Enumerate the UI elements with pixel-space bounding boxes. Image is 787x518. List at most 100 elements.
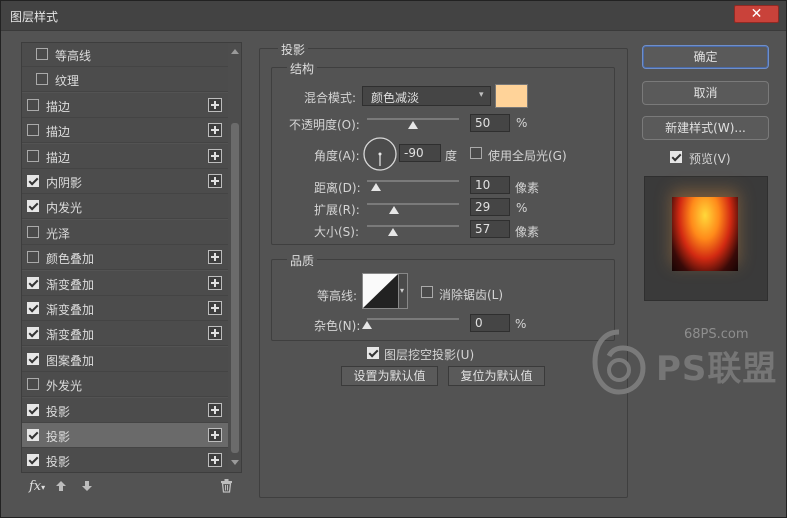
style-checkbox[interactable] [27,200,39,213]
watermark-logo-icon [592,329,646,395]
arrow-up-icon[interactable] [55,480,67,492]
trash-icon[interactable] [220,479,233,493]
fx-label: fx [29,479,42,494]
reset-default-button[interactable]: 复位为默认值 [448,366,545,386]
scroll-down-icon[interactable] [231,460,239,465]
angle-unit: 度 [445,149,458,163]
style-checkbox[interactable] [27,327,39,340]
add-style-icon[interactable] [208,250,222,265]
style-checkbox[interactable] [36,48,48,60]
shadow-color-swatch[interactable] [495,84,528,108]
style-label: 渐变叠加 [46,303,95,317]
style-checkbox[interactable] [27,98,39,111]
style-checkbox[interactable] [27,352,39,365]
ok-button[interactable]: 确定 [642,45,769,69]
style-row-stroke[interactable]: 描边 [22,118,228,144]
add-style-icon[interactable] [208,301,222,315]
fx-button[interactable]: fx▾ [29,479,45,494]
add-style-icon[interactable] [208,97,222,112]
style-checkbox[interactable] [27,124,39,137]
noise-input[interactable] [470,314,510,332]
spread-slider-track[interactable] [367,203,459,205]
dialog-title: 图层样式 [10,10,59,24]
opacity-slider-track[interactable] [367,118,459,120]
close-button[interactable]: ✕ [734,5,779,23]
style-checkbox[interactable] [36,73,48,86]
add-style-icon[interactable] [208,402,222,417]
spread-slider-thumb[interactable] [389,206,399,214]
style-checkbox[interactable] [27,454,39,467]
style-checkbox[interactable] [27,403,39,416]
style-label: 内发光 [46,201,83,216]
add-style-icon[interactable] [208,174,222,188]
style-checkbox[interactable] [27,149,39,162]
make-default-button[interactable]: 设置为默认值 [341,366,438,386]
style-row-gradient-overlay[interactable]: 渐变叠加 [22,270,228,296]
styles-scrollbar[interactable] [228,43,241,472]
knockout-checkbox[interactable] [367,347,379,359]
global-light-checkbox[interactable] [470,147,482,159]
add-style-icon[interactable] [208,453,222,468]
style-row-drop-shadow[interactable]: 投影 [22,448,228,472]
style-label: 描边 [46,99,71,114]
add-style-icon[interactable] [208,428,222,442]
style-row-contour[interactable]: 等高线 [22,43,228,67]
style-checkbox[interactable] [27,276,39,289]
style-row-pattern-overlay[interactable]: 图案叠加 [22,346,228,372]
style-row-color-overlay[interactable]: 颜色叠加 [22,245,228,271]
preview-checkbox[interactable] [670,151,682,163]
style-checkbox[interactable] [27,251,39,264]
style-row-satin[interactable]: 光泽 [22,219,228,245]
spread-input[interactable] [470,198,510,216]
knockout-label: 图层挖空投影(U) [384,348,475,362]
distance-slider-track[interactable] [367,180,459,182]
add-style-icon[interactable] [208,326,222,341]
opacity-slider-thumb[interactable] [408,121,418,129]
size-label: 大小(S): [314,225,360,239]
cancel-button[interactable]: 取消 [642,81,769,105]
distance-input[interactable] [470,176,510,194]
style-checkbox[interactable] [27,175,39,187]
style-row-stroke[interactable]: 描边 [22,92,228,118]
new-style-button[interactable]: 新建样式(W)... [642,116,769,140]
arrow-down-icon[interactable] [81,480,93,492]
antialias-checkbox[interactable] [421,286,433,298]
add-style-icon[interactable] [208,148,222,163]
style-checkbox[interactable] [27,378,39,391]
style-row-stroke[interactable]: 描边 [22,143,228,169]
style-row-texture[interactable]: 纹理 [22,67,228,93]
distance-slider-thumb[interactable] [371,183,381,191]
style-label: 图案叠加 [46,353,95,368]
style-row-gradient-overlay[interactable]: 渐变叠加 [22,296,228,321]
opacity-input[interactable] [470,114,510,132]
style-checkbox[interactable] [27,302,39,314]
size-input[interactable] [470,220,510,238]
scroll-thumb[interactable] [231,123,239,453]
noise-label: 杂色(N): [314,319,361,333]
scroll-up-icon[interactable] [231,49,239,54]
size-slider-track[interactable] [367,225,459,227]
style-row-drop-shadow[interactable]: 投影 [22,397,228,423]
distance-label: 距离(D): [314,181,361,195]
style-row-drop-shadow[interactable]: 投影 [22,423,228,448]
style-label: 渐变叠加 [46,277,95,292]
add-style-icon[interactable] [208,123,222,138]
contour-picker[interactable]: ▾ [362,273,408,309]
style-checkbox[interactable] [27,225,39,238]
size-unit: 像素 [515,225,540,239]
angle-dial[interactable] [362,136,398,172]
angle-input[interactable] [399,144,441,162]
title-bar[interactable]: 图层样式 ✕ [1,1,786,31]
noise-slider-track[interactable] [367,318,459,320]
contour-dropdown[interactable]: ▾ [398,274,407,308]
style-row-gradient-overlay[interactable]: 渐变叠加 [22,321,228,347]
style-row-inner-glow[interactable]: 内发光 [22,194,228,220]
blend-mode-select[interactable]: 颜色减淡 ▾ [362,86,491,106]
opacity-unit: % [516,116,528,130]
noise-slider-thumb[interactable] [362,321,372,329]
style-row-inner-shadow[interactable]: 内阴影 [22,169,228,194]
style-checkbox[interactable] [27,429,39,441]
size-slider-thumb[interactable] [388,228,398,236]
add-style-icon[interactable] [208,275,222,290]
style-row-outer-glow[interactable]: 外发光 [22,372,228,398]
